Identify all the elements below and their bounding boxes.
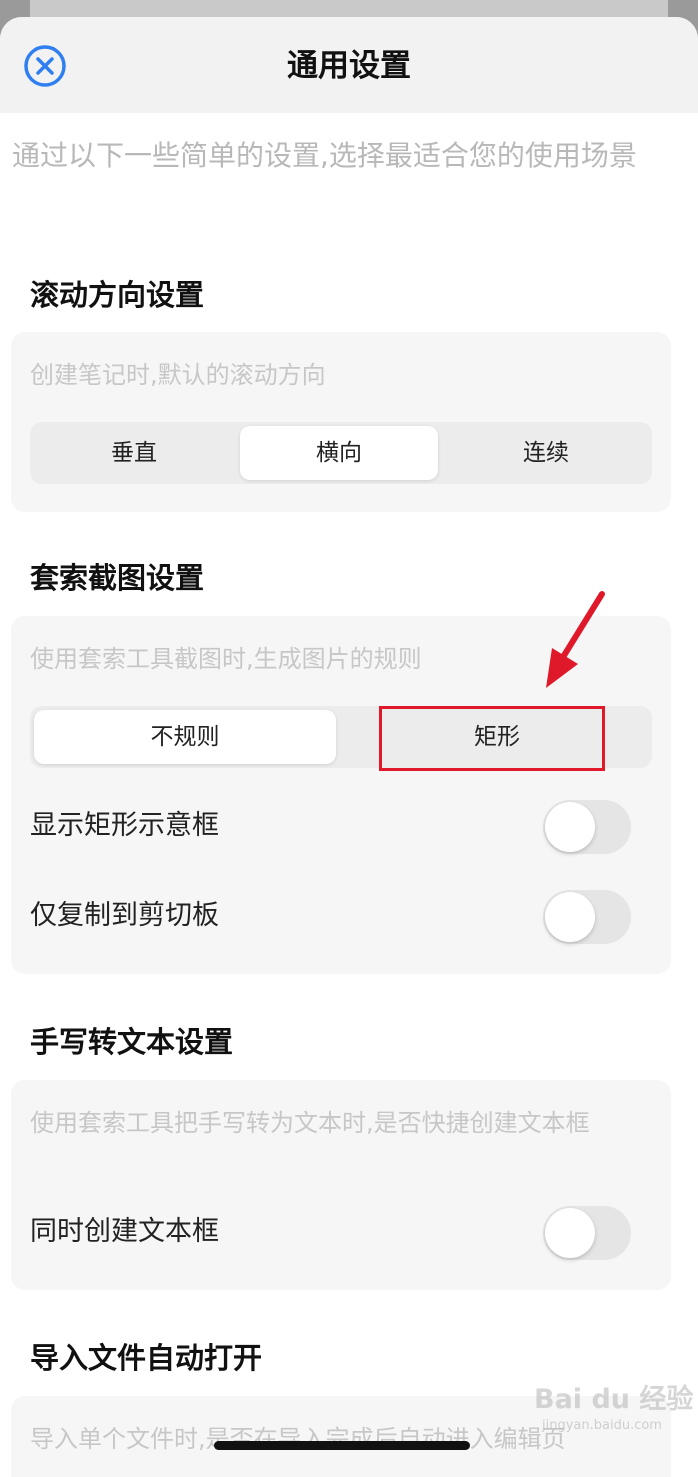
settings-sheet: 通用设置 通过以下一些简单的设置,选择最适合您的使用场景 滚动方向设置 创建笔记… <box>0 17 698 1477</box>
handwriting-card: 使用套索工具把手写转为文本时,是否快捷创建文本框 同时创建文本框 <box>11 1080 671 1290</box>
home-indicator <box>214 1441 470 1450</box>
toggle-knob <box>545 892 595 942</box>
page-title: 通用设置 <box>287 48 411 84</box>
option-vertical[interactable]: 垂直 <box>34 426 234 480</box>
lasso-title: 套索截图设置 <box>30 561 205 595</box>
watermark-url: jingyan.baidu.com <box>542 1418 662 1433</box>
intro-text: 通过以下一些简单的设置,选择最适合您的使用场景 <box>12 139 637 172</box>
option-irregular[interactable]: 不规则 <box>34 710 336 764</box>
lasso-card: 使用套索工具截图时,生成图片的规则 不规则 矩形 显示矩形示意框 仅复制到剪切板 <box>11 616 671 974</box>
create-textbox-toggle[interactable] <box>543 1206 631 1260</box>
lasso-shape-segment: 不规则 矩形 <box>30 706 652 768</box>
watermark: Bai du 经验 <box>534 1384 694 1415</box>
show-rect-toggle[interactable] <box>543 800 631 854</box>
create-textbox-label: 同时创建文本框 <box>30 1216 219 1247</box>
handwriting-desc: 使用套索工具把手写转为文本时,是否快捷创建文本框 <box>30 1109 590 1137</box>
option-rectangle[interactable]: 矩形 <box>346 710 648 764</box>
scroll-direction-segment: 垂直 横向 连续 <box>30 422 652 484</box>
option-continuous[interactable]: 连续 <box>444 426 648 480</box>
clipboard-toggle[interactable] <box>543 890 631 944</box>
scroll-direction-card: 创建笔记时,默认的滚动方向 垂直 横向 连续 <box>11 332 671 512</box>
option-horizontal[interactable]: 横向 <box>240 426 438 480</box>
scroll-direction-title: 滚动方向设置 <box>30 278 205 312</box>
scroll-direction-desc: 创建笔记时,默认的滚动方向 <box>30 361 326 389</box>
toggle-knob <box>545 802 595 852</box>
toggle-knob <box>545 1208 595 1258</box>
header-bar: 通用设置 <box>0 17 698 113</box>
clipboard-label: 仅复制到剪切板 <box>30 900 219 931</box>
import-title: 导入文件自动打开 <box>30 1341 263 1375</box>
lasso-desc: 使用套索工具截图时,生成图片的规则 <box>30 645 422 673</box>
handwriting-title: 手写转文本设置 <box>30 1025 234 1059</box>
show-rect-label: 显示矩形示意框 <box>30 810 219 841</box>
